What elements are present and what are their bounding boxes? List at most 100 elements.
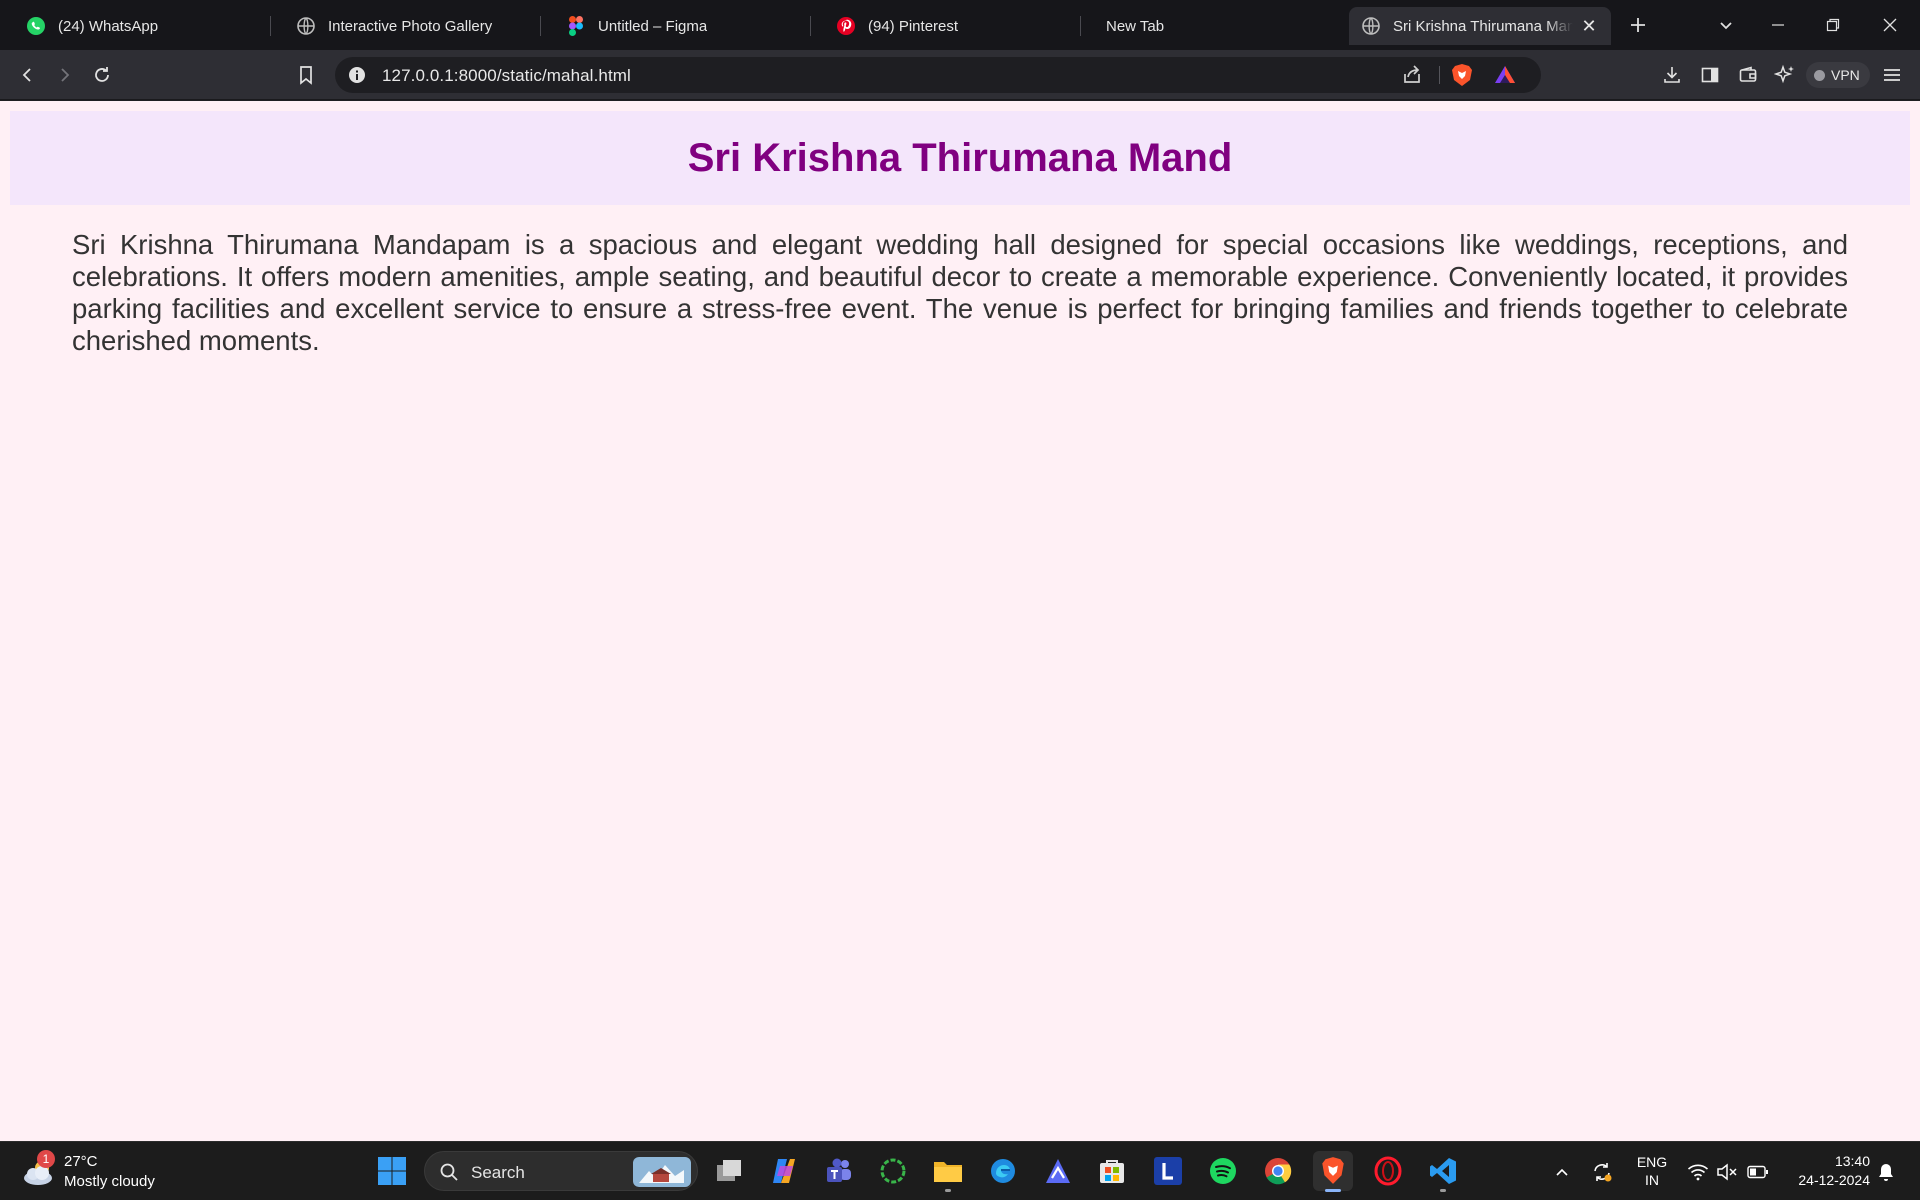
teams-button[interactable]	[819, 1151, 859, 1191]
minimize-icon	[1772, 24, 1784, 26]
bookmark-button[interactable]	[292, 61, 320, 89]
sidebar-button[interactable]	[1696, 61, 1724, 89]
screen: (24) WhatsApp Interactive Photo Gallery …	[0, 0, 1920, 1200]
spinner-app-button[interactable]	[873, 1151, 913, 1191]
reload-icon	[95, 67, 109, 82]
battery-icon	[1747, 1165, 1768, 1178]
chevron-down-icon	[1720, 22, 1732, 30]
brave-shields-icon[interactable]	[1449, 62, 1475, 88]
search-highlight-image	[633, 1157, 691, 1187]
wifi-icon	[1687, 1164, 1709, 1180]
share-icon[interactable]	[1400, 63, 1424, 87]
start-button[interactable]	[372, 1151, 412, 1191]
bell-icon	[1879, 1163, 1893, 1181]
vscode-button[interactable]	[1423, 1151, 1463, 1192]
weather-widget[interactable]: 1 27°C Mostly cloudy	[20, 1150, 190, 1194]
vscode-icon	[1430, 1158, 1456, 1184]
info-icon[interactable]	[347, 65, 367, 85]
weather-condition: Mostly cloudy	[64, 1173, 155, 1190]
new-tab-button[interactable]	[1623, 10, 1653, 40]
venue-description: Sri Krishna Thirumana Mandapam is a spac…	[72, 229, 1848, 356]
vpn-status-icon	[1814, 69, 1825, 81]
tab-separator	[540, 16, 541, 36]
store-icon	[1100, 1160, 1124, 1183]
notification-badge: 1	[37, 1150, 55, 1168]
notifications-button[interactable]	[1874, 1142, 1898, 1200]
tab-label: (94) Pinterest	[868, 17, 959, 35]
spotify-icon	[1210, 1158, 1236, 1184]
tab-label: Sri Krishna Thirumana Mandapam	[1393, 17, 1573, 35]
globe-icon	[1361, 16, 1381, 36]
menu-button[interactable]	[1878, 61, 1906, 89]
tab-label: Interactive Photo Gallery	[328, 17, 493, 35]
brave-rewards-icon[interactable]	[1493, 63, 1517, 87]
copilot-button[interactable]	[764, 1151, 804, 1191]
whatsapp-icon	[26, 16, 46, 36]
pinterest-icon	[836, 16, 856, 36]
brave-button[interactable]	[1313, 1151, 1353, 1192]
restore-button[interactable]	[1818, 10, 1848, 40]
spotify-button[interactable]	[1203, 1151, 1243, 1191]
address-bar[interactable]: 127.0.0.1:8000/static/mahal.html	[335, 57, 1541, 93]
tab-label: New Tab	[1106, 17, 1165, 35]
url-text[interactable]: 127.0.0.1:8000/static/mahal.html	[382, 66, 631, 86]
search-placeholder: Search	[471, 1163, 525, 1182]
downloads-button[interactable]	[1658, 61, 1686, 89]
page-title: Sri Krishna Thirumana Mand	[687, 135, 1233, 180]
back-button[interactable]	[13, 61, 41, 89]
tab-pinterest[interactable]: (94) Pinterest	[824, 7, 1074, 45]
wifi-tray-button[interactable]	[1684, 1142, 1712, 1200]
wallet-button[interactable]	[1734, 61, 1762, 89]
battery-tray-button[interactable]	[1744, 1142, 1772, 1200]
bookmark-icon	[300, 66, 312, 85]
close-icon	[1883, 18, 1897, 32]
input-language-indicator[interactable]: ENG IN	[1632, 1153, 1672, 1189]
opera-button[interactable]	[1368, 1151, 1408, 1191]
language-code: ENG	[1636, 1154, 1668, 1170]
minimize-button[interactable]	[1763, 10, 1793, 40]
taskbar-search[interactable]: Search	[424, 1151, 698, 1191]
volume-tray-button[interactable]	[1714, 1142, 1740, 1200]
letter-l-app-icon	[1154, 1157, 1182, 1185]
tab-sri-krishna-thirumana[interactable]: Sri Krishna Thirumana Mandapam ✕	[1349, 7, 1611, 45]
plus-icon	[1631, 18, 1645, 32]
clock-time: 13:40	[1834, 1153, 1870, 1169]
vpn-label: VPN	[1831, 67, 1860, 83]
page-header: Sri Krishna Thirumana Mand	[10, 111, 1910, 205]
close-window-button[interactable]	[1875, 10, 1905, 40]
l-app-button[interactable]	[1148, 1151, 1188, 1191]
forward-button[interactable]	[51, 61, 79, 89]
reload-button[interactable]	[88, 61, 116, 89]
tab-figma[interactable]: Untitled – Figma	[554, 7, 804, 45]
leo-ai-button[interactable]	[1771, 61, 1799, 89]
search-icon	[440, 1163, 458, 1181]
arc-app-button[interactable]	[1038, 1151, 1078, 1191]
globe-icon	[296, 16, 316, 36]
task-view-icon	[717, 1160, 741, 1181]
browser-tab-strip: (24) WhatsApp Interactive Photo Gallery …	[0, 0, 1920, 50]
show-hidden-icons-button[interactable]	[1550, 1142, 1574, 1200]
tab-interactive-photo-gallery[interactable]: Interactive Photo Gallery	[284, 7, 534, 45]
microsoft-store-button[interactable]	[1092, 1151, 1132, 1191]
file-explorer-button[interactable]	[928, 1151, 968, 1192]
sync-tray-button[interactable]	[1588, 1142, 1616, 1200]
windows-logo-icon	[378, 1157, 406, 1185]
vpn-button[interactable]: VPN	[1806, 62, 1870, 88]
running-indicator	[1325, 1189, 1341, 1192]
system-clock[interactable]: 13:40 24-12-2024	[1780, 1152, 1870, 1190]
tab-separator	[270, 16, 271, 36]
task-view-button[interactable]	[709, 1151, 749, 1191]
tab-new-tab[interactable]: New Tab	[1094, 7, 1344, 45]
sync-icon	[1594, 1162, 1612, 1181]
close-icon[interactable]: ✕	[1579, 16, 1599, 36]
chrome-icon	[1265, 1158, 1292, 1185]
tab-whatsapp[interactable]: (24) WhatsApp	[14, 7, 264, 45]
edge-button[interactable]	[983, 1151, 1023, 1191]
arrow-left-icon	[22, 68, 31, 82]
hamburger-menu-icon	[1884, 69, 1900, 81]
tab-label: Untitled – Figma	[598, 17, 708, 35]
tab-search-button[interactable]	[1711, 10, 1741, 40]
tab-separator	[1080, 16, 1081, 36]
chrome-button[interactable]	[1258, 1151, 1298, 1191]
divider	[1439, 66, 1440, 84]
